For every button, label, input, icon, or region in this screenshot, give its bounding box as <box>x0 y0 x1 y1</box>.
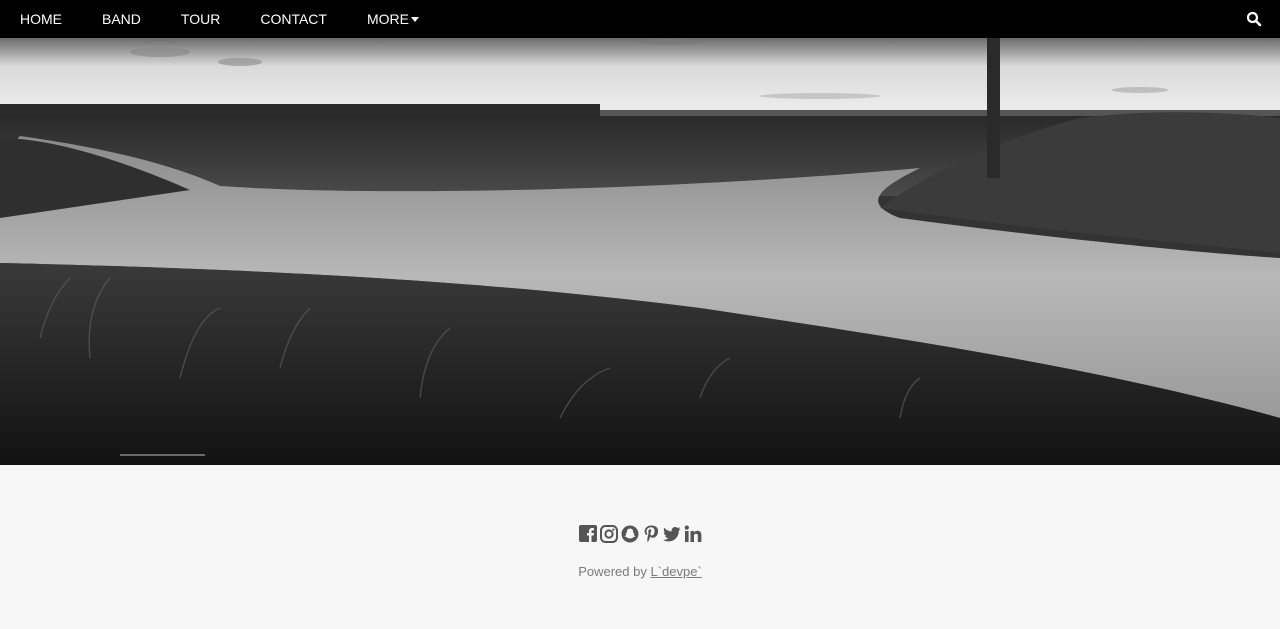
top-navbar: HOME BAND TOUR CONTACT MORE <box>0 0 1280 38</box>
linkedin-icon[interactable] <box>684 524 702 543</box>
nav-contact-label: CONTACT <box>260 11 327 27</box>
snapchat-icon[interactable] <box>621 524 639 543</box>
hero-image <box>0 38 1280 465</box>
twitter-icon[interactable] <box>662 524 681 543</box>
facebook-icon[interactable] <box>578 524 597 543</box>
nav-home-label: HOME <box>20 11 62 27</box>
caret-down-icon <box>410 17 419 22</box>
social-links <box>0 524 1280 543</box>
powered-by-link[interactable]: L`devpe` <box>650 564 701 579</box>
nav-contact[interactable]: CONTACT <box>240 0 347 38</box>
nav-tour-label: TOUR <box>180 11 221 27</box>
footer: Powered by L`devpe` <box>0 465 1280 629</box>
instagram-icon[interactable] <box>599 524 618 543</box>
powered-by: Powered by L`devpe` <box>0 564 1280 579</box>
nav-home[interactable]: HOME <box>0 0 82 38</box>
pinterest-icon[interactable] <box>642 524 660 543</box>
powered-by-prefix: Powered by <box>578 564 651 579</box>
nav-band[interactable]: BAND <box>82 0 161 38</box>
nav-more-label: MORE <box>366 11 409 27</box>
search-icon[interactable] <box>1246 11 1262 27</box>
nav-more-dropdown[interactable]: MORE <box>347 0 439 38</box>
nav-band-label: BAND <box>102 11 141 27</box>
nav-tour[interactable]: TOUR <box>161 0 240 38</box>
